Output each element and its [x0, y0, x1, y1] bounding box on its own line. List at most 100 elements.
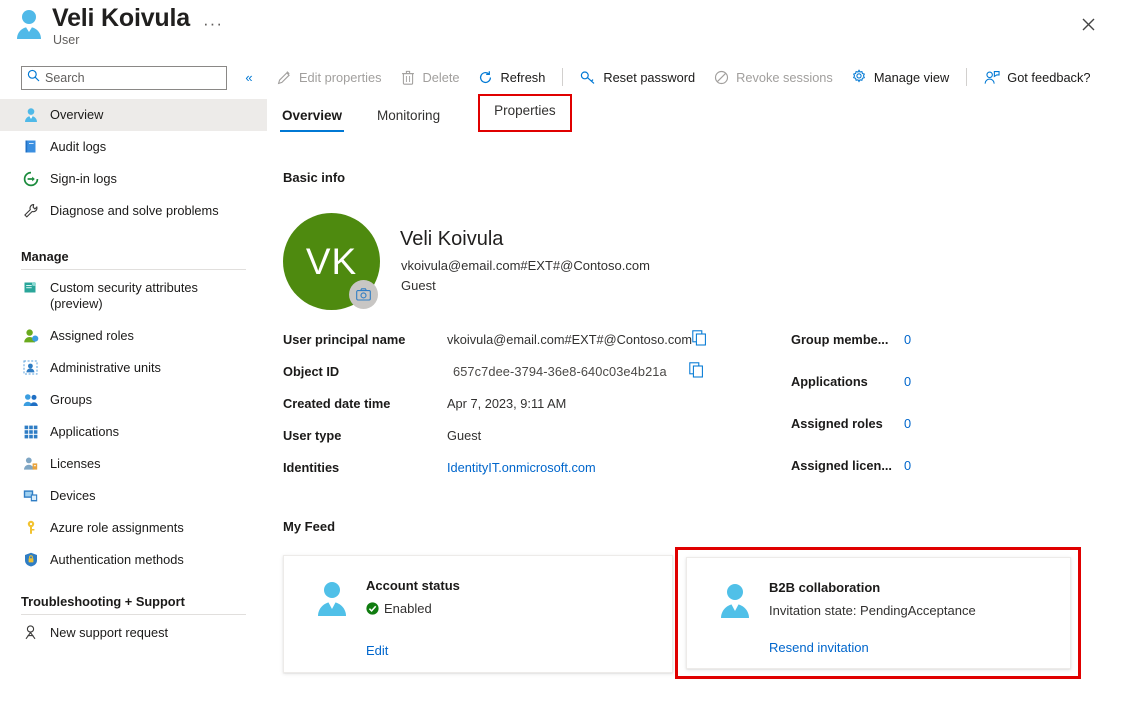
- sidebar-item-sign-in-logs[interactable]: Sign-in logs: [0, 163, 267, 195]
- more-actions-button[interactable]: ···: [203, 14, 223, 34]
- search-box[interactable]: [21, 66, 227, 90]
- command-label: Refresh: [501, 70, 546, 85]
- reset-password-button[interactable]: Reset password: [571, 60, 704, 94]
- divider: [21, 614, 246, 615]
- sidebar: « Overview: [0, 58, 267, 701]
- stat-value[interactable]: 0: [904, 374, 911, 389]
- avatar-initials: VK: [306, 241, 357, 283]
- sidebar-item-custom-security-attributes[interactable]: Custom security attributes (preview): [0, 272, 267, 320]
- basic-info-title: Basic info: [283, 170, 345, 185]
- refresh-icon: [478, 69, 494, 85]
- sidebar-item-licenses[interactable]: Licenses: [0, 448, 267, 480]
- stat-label: Group membe...: [791, 332, 888, 347]
- sidebar-item-devices[interactable]: Devices: [0, 480, 267, 512]
- tab-properties[interactable]: Properties: [478, 94, 572, 132]
- copy-icon[interactable]: [692, 330, 707, 351]
- command-label: Delete: [423, 70, 460, 85]
- property-label: Object ID: [283, 364, 339, 379]
- card-title: Account status: [366, 578, 460, 593]
- sidebar-item-label: Licenses: [50, 448, 101, 472]
- profile-user-type: Guest: [401, 278, 436, 293]
- key-icon: [580, 69, 596, 85]
- card-title: B2B collaboration: [769, 580, 880, 595]
- page-title: Veli Koivula: [52, 4, 190, 33]
- applications-icon: [22, 423, 39, 440]
- sidebar-item-label: Audit logs: [50, 131, 106, 155]
- profile-name: Veli Koivula: [400, 228, 503, 251]
- sidebar-item-new-support-request[interactable]: New support request: [0, 617, 267, 649]
- check-circle-icon: [366, 602, 379, 615]
- edit-properties-button[interactable]: Edit properties: [267, 60, 391, 94]
- main-content: Edit properties Delete: [267, 52, 1121, 701]
- sidebar-item-label: Diagnose and solve problems: [50, 195, 219, 219]
- command-label: Reset password: [603, 70, 695, 85]
- collapse-sidebar-button[interactable]: «: [240, 68, 258, 88]
- stat-row: Assigned roles 0: [791, 416, 1011, 458]
- stat-label: Applications: [791, 374, 868, 389]
- custom-security-attributes-icon: [22, 279, 39, 296]
- sidebar-item-administrative-units[interactable]: Administrative units: [0, 352, 267, 384]
- person-icon: [313, 579, 351, 617]
- sidebar-item-diagnose-and-solve-problems[interactable]: Diagnose and solve problems: [0, 195, 267, 227]
- trash-icon: [400, 69, 416, 85]
- sidebar-item-applications[interactable]: Applications: [0, 416, 267, 448]
- wrench-icon: [22, 202, 39, 219]
- divider: [562, 68, 563, 86]
- sidebar-item-overview[interactable]: Overview: [0, 99, 267, 131]
- property-row: User principal name vkoivula@email.com#E…: [283, 332, 703, 364]
- card-status-text: Enabled: [384, 601, 432, 616]
- divider: [21, 269, 246, 270]
- close-icon[interactable]: [1072, 8, 1104, 40]
- edit-link[interactable]: Edit: [366, 643, 388, 658]
- tab-monitoring[interactable]: Monitoring: [375, 102, 442, 132]
- key-icon: [22, 519, 39, 536]
- stat-value[interactable]: 0: [904, 416, 911, 431]
- stat-value[interactable]: 0: [904, 458, 911, 473]
- sidebar-item-groups[interactable]: Groups: [0, 384, 267, 416]
- revoke-sessions-button[interactable]: Revoke sessions: [704, 60, 842, 94]
- sidebar-section-troubleshooting: Troubleshooting + Support: [0, 594, 267, 609]
- copy-icon[interactable]: [689, 362, 704, 383]
- tab-overview[interactable]: Overview: [280, 102, 344, 132]
- groups-icon: [22, 391, 39, 408]
- property-label: Created date time: [283, 396, 390, 411]
- sidebar-item-label: Devices: [50, 480, 96, 504]
- command-label: Manage view: [874, 70, 949, 85]
- sidebar-item-assigned-roles[interactable]: Assigned roles: [0, 320, 267, 352]
- property-label: User principal name: [283, 332, 405, 347]
- refresh-button[interactable]: Refresh: [469, 60, 555, 94]
- sidebar-item-label: Azure role assignments: [50, 512, 184, 536]
- resend-invitation-link[interactable]: Resend invitation: [769, 640, 869, 655]
- sidebar-item-label: New support request: [50, 617, 168, 641]
- stat-label: Assigned licen...: [791, 458, 892, 473]
- command-label: Got feedback?: [1007, 70, 1090, 85]
- got-feedback-button[interactable]: Got feedback?: [975, 60, 1099, 94]
- property-value: Apr 7, 2023, 9:11 AM: [447, 396, 566, 411]
- sidebar-item-audit-logs[interactable]: Audit logs: [0, 131, 267, 163]
- sidebar-item-label: Groups: [50, 384, 92, 408]
- support-request-icon: [22, 624, 39, 641]
- page-subtitle: User: [53, 33, 79, 47]
- command-label: Revoke sessions: [736, 70, 833, 85]
- property-row: Created date time Apr 7, 2023, 9:11 AM: [283, 396, 703, 428]
- search-icon: [27, 69, 40, 87]
- person-icon: [716, 581, 754, 619]
- card-status: Enabled: [366, 601, 432, 616]
- stat-value[interactable]: 0: [904, 332, 911, 347]
- sidebar-item-authentication-methods[interactable]: Authentication methods: [0, 544, 267, 576]
- stat-label: Assigned roles: [791, 416, 883, 431]
- property-value: 657c7dee-3794-36e8-640c03e4b21a: [453, 364, 667, 379]
- divider: [966, 68, 967, 86]
- delete-button[interactable]: Delete: [391, 60, 469, 94]
- property-value-link[interactable]: IdentityIT.onmicrosoft.com: [447, 460, 596, 475]
- sidebar-item-label: Assigned roles: [50, 320, 134, 344]
- card-status: Invitation state: PendingAcceptance: [769, 603, 976, 618]
- sidebar-item-label: Custom security attributes (preview): [50, 272, 198, 312]
- sidebar-item-azure-role-assignments[interactable]: Azure role assignments: [0, 512, 267, 544]
- stat-row: Group membe... 0: [791, 332, 1011, 374]
- search-input[interactable]: [40, 71, 208, 85]
- camera-icon[interactable]: [349, 280, 378, 309]
- manage-view-button[interactable]: Manage view: [842, 60, 958, 94]
- property-value: Guest: [447, 428, 481, 443]
- shield-icon: [22, 551, 39, 568]
